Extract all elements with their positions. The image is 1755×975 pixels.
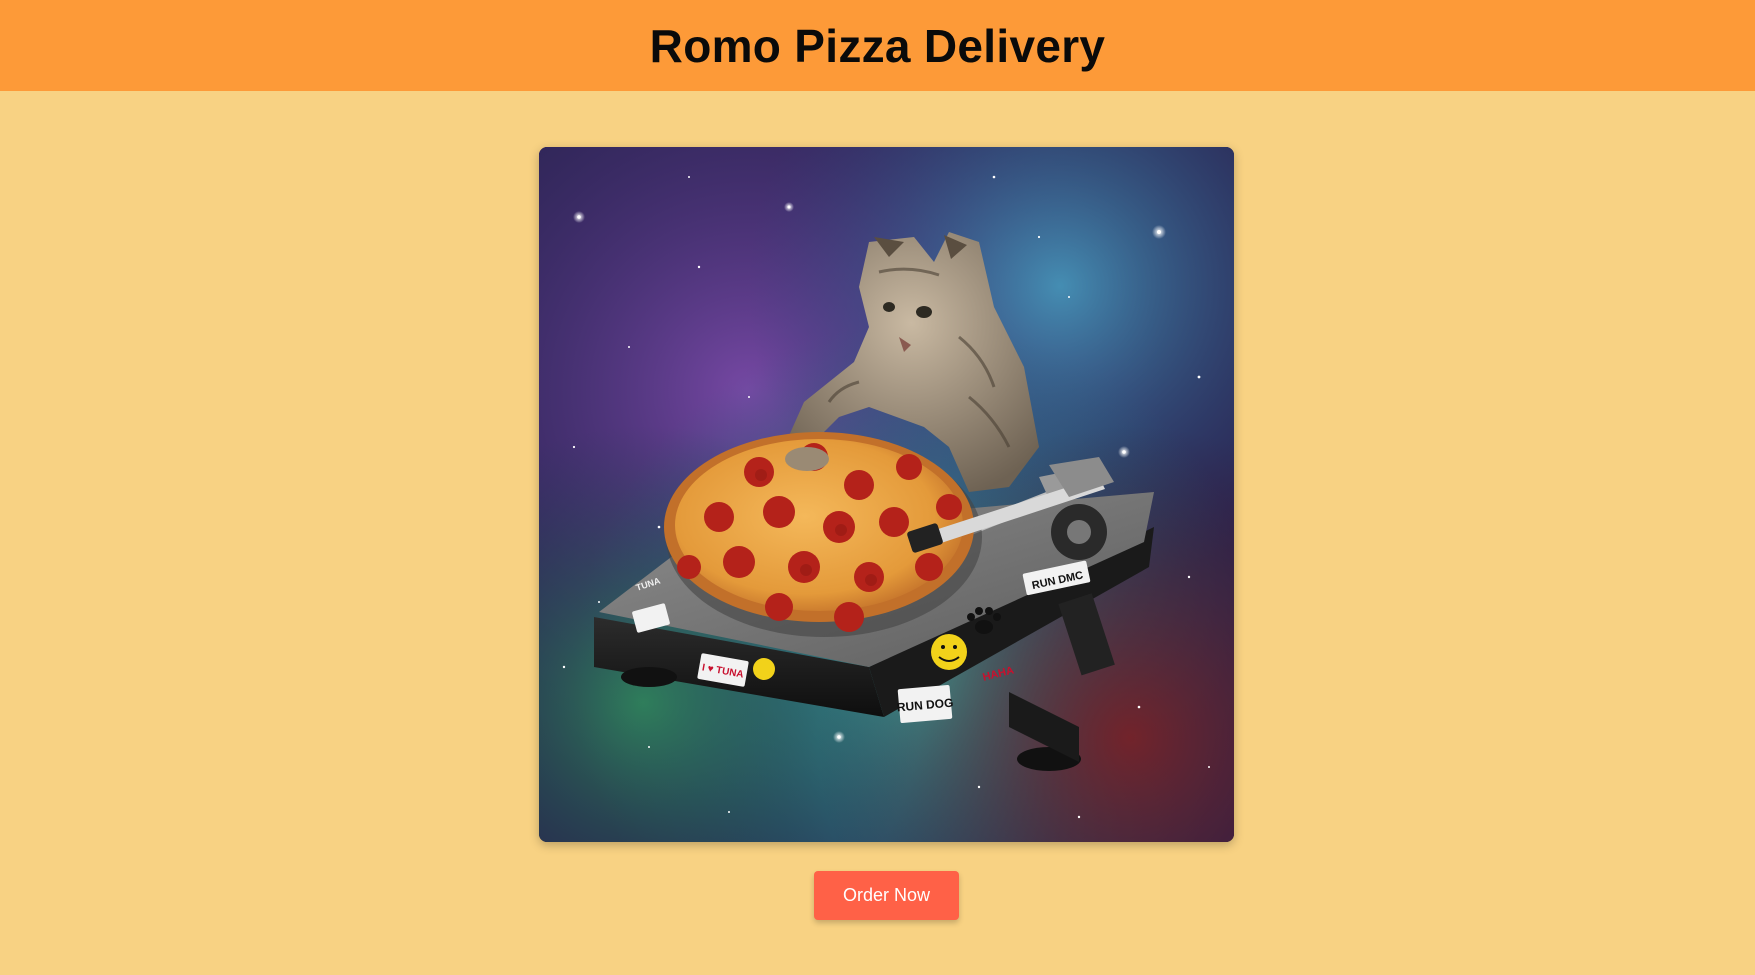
site-header: Romo Pizza Delivery [0, 0, 1755, 91]
hero-image: RUN DMC RUN DOG I ♥ TUNA TUNA HAHA [539, 147, 1234, 842]
cat-dj-pizza-illustration: RUN DMC RUN DOG I ♥ TUNA TUNA HAHA [539, 147, 1234, 842]
page-title: Romo Pizza Delivery [649, 19, 1106, 72]
cat-paw [785, 447, 829, 471]
order-now-button[interactable]: Order Now [814, 871, 959, 920]
